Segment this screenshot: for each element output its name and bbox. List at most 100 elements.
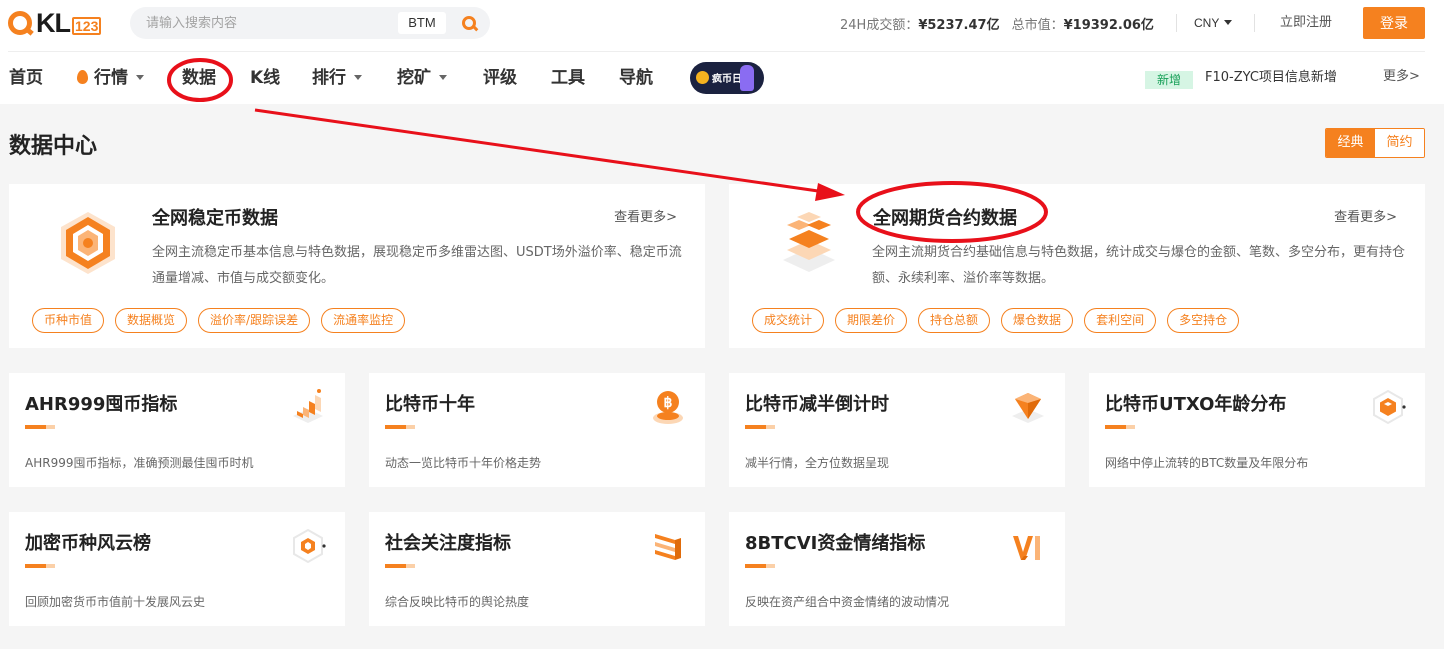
hexagon-ranking-icon — [293, 528, 326, 564]
card-title: 全网期货合约数据 — [873, 208, 1017, 229]
tag-pill[interactable]: 流通率监控 — [321, 308, 406, 333]
card-description: 综合反映比特币的舆论热度 — [385, 595, 530, 609]
vi-icon — [1013, 536, 1040, 560]
chevron-down-icon — [136, 75, 144, 80]
nav-market[interactable]: 行情 — [77, 52, 144, 104]
nav-kline[interactable]: K线 — [250, 52, 280, 104]
view-toggle: 经典 简约 — [1325, 128, 1425, 158]
card-title: 全网稳定币数据 — [152, 208, 278, 229]
stablecoin-card[interactable]: 全网稳定币数据 查看更多> 全网主流稳定币基本信息与特色数据，展现稳定币多维雷达… — [9, 184, 705, 348]
nav-navigation[interactable]: 导航 — [619, 52, 653, 104]
svg-text:฿: ฿ — [664, 394, 673, 410]
nav-label: 数据 — [182, 68, 216, 88]
tag-pill[interactable]: 套利空间 — [1084, 308, 1157, 333]
bitcoin-icon: ฿ — [653, 391, 683, 424]
new-badge: 新增 — [1145, 71, 1193, 89]
nav-data[interactable]: 数据 — [182, 52, 216, 104]
halving-countdown-card[interactable]: 比特币减半倒计时 减半行情，全方位数据呈现 — [729, 373, 1065, 487]
btcvi-sentiment-card[interactable]: 8BTCVI资金情绪指标 反映在资产组合中资金情绪的波动情况 — [729, 512, 1065, 626]
accent-bar — [385, 425, 415, 429]
tag-list: 币种市值 数据概览 溢价率/跟踪误差 流通率监控 — [32, 308, 416, 333]
site-logo[interactable]: KL 123 — [8, 7, 102, 38]
utxo-age-card[interactable]: 比特币UTXO年龄分布 网络中停止流转的BTC数量及年限分布 — [1089, 373, 1425, 487]
tag-list: 成交统计 期限差价 持仓总额 爆仓数据 套利空间 多空持仓 — [752, 308, 1250, 333]
nav-ranking[interactable]: 排行 — [312, 52, 362, 104]
card-title: 社会关注度指标 — [385, 533, 511, 554]
card-description: 全网主流期货合约基础信息与特色数据，统计成交与爆仓的金额、笔数、多空分布，更有持… — [872, 245, 1406, 286]
promo-banner[interactable]: 疯币日 — [690, 62, 764, 94]
bitcoin-decade-card[interactable]: 比特币十年 动态一览比特币十年价格走势 ฿ — [369, 373, 705, 487]
nav-label: K线 — [250, 68, 281, 88]
tag-pill[interactable]: 溢价率/跟踪误差 — [198, 308, 311, 333]
card-title: 比特币UTXO年龄分布 — [1105, 394, 1287, 415]
hexagon-icon — [61, 212, 115, 274]
card-title: AHR999囤币指标 — [25, 394, 178, 415]
main-nav: 首页 行情 数据 K线 排行 挖矿 评级 工具 导航 疯币日 新增 F10-ZY… — [0, 52, 1444, 104]
search-bar: BTM — [130, 7, 490, 39]
nav-mining[interactable]: 挖矿 — [397, 52, 447, 104]
accent-bar — [1105, 425, 1135, 429]
tag-pill[interactable]: 期限差价 — [835, 308, 908, 333]
nav-label: 工具 — [551, 68, 585, 88]
tag-pill[interactable]: 成交统计 — [752, 308, 825, 333]
bars-icon — [655, 534, 681, 560]
search-hot-tag[interactable]: BTM — [398, 12, 446, 34]
crypto-ranking-card[interactable]: 加密币种风云榜 回顾加密货币市值前十发展风云史 — [9, 512, 345, 626]
nav-label: 行情 — [94, 68, 128, 88]
card-title: 比特币减半倒计时 — [745, 394, 889, 415]
futures-card[interactable]: 全网期货合约数据 查看更多> 全网主流期货合约基础信息与特色数据，统计成交与爆仓… — [729, 184, 1425, 348]
card-description: 反映在资产组合中资金情绪的波动情况 — [745, 595, 950, 609]
ahr999-card[interactable]: AHR999囤币指标 AHR999囤币指标，准确预测最佳囤币时机 — [9, 373, 345, 487]
tag-pill[interactable]: 爆仓数据 — [1001, 308, 1074, 333]
card-description: 动态一览比特币十年价格走势 — [385, 456, 542, 470]
nav-home[interactable]: 首页 — [9, 52, 43, 104]
nav-label: 评级 — [483, 68, 517, 88]
nav-rating[interactable]: 评级 — [483, 52, 517, 104]
nav-tools[interactable]: 工具 — [551, 52, 585, 104]
social-attention-card[interactable]: 社会关注度指标 综合反映比特币的舆论热度 — [369, 512, 705, 626]
accent-bar — [25, 564, 55, 568]
chevron-down-icon — [439, 75, 447, 80]
chevron-down-icon — [354, 75, 362, 80]
view-more-link[interactable]: 查看更多> — [614, 206, 677, 225]
accent-bar — [745, 425, 775, 429]
tag-pill[interactable]: 数据概览 — [115, 308, 188, 333]
accent-bar — [385, 564, 415, 568]
news-ticker[interactable]: F10-ZYC项目信息新增 — [1205, 52, 1337, 104]
card-description: 全网主流稳定币基本信息与特色数据，展现稳定币多维雷达图、USDT场外溢价率、稳定… — [152, 245, 682, 286]
logo-text: KL — [36, 7, 71, 38]
nav-label: 挖矿 — [397, 68, 431, 88]
search-icon[interactable] — [462, 16, 476, 30]
view-more-link[interactable]: 查看更多> — [1334, 206, 1397, 225]
tag-pill[interactable]: 持仓总额 — [918, 308, 991, 333]
tag-pill[interactable]: 多空持仓 — [1167, 308, 1240, 333]
card-description: 网络中停止流转的BTC数量及年限分布 — [1105, 456, 1309, 470]
currency-select[interactable]: CNY — [1194, 0, 1233, 46]
stack-cubes-icon — [783, 212, 835, 272]
view-classic-button[interactable]: 经典 — [1326, 129, 1375, 157]
divider — [1176, 14, 1177, 32]
nav-label: 导航 — [619, 68, 653, 88]
arrow-line — [254, 108, 826, 194]
login-button[interactable]: 登录 — [1363, 7, 1425, 39]
top-bar: KL 123 BTM 24H成交额： ¥5237.47亿 总市值： ¥19392… — [0, 0, 1444, 104]
view-simple-button[interactable]: 简约 — [1375, 129, 1424, 157]
page-title: 数据中心 — [9, 134, 98, 159]
tag-pill[interactable]: 币种市值 — [32, 308, 105, 333]
flame-icon — [77, 70, 88, 84]
coin-icon — [696, 71, 709, 84]
nav-label: 排行 — [312, 68, 346, 88]
diamond-icon — [1012, 393, 1044, 423]
market-stats: 24H成交额： ¥5237.47亿 总市值： ¥19392.06亿 — [840, 0, 1166, 46]
accent-bar — [25, 425, 55, 429]
card-description: 减半行情，全方位数据呈现 — [745, 456, 890, 470]
register-link[interactable]: 立即注册 — [1280, 0, 1332, 46]
more-link[interactable]: 更多> — [1383, 52, 1420, 104]
currency-label: CNY — [1194, 16, 1220, 30]
chevron-down-icon — [1224, 20, 1233, 25]
card-description: 回顾加密货币市值前十发展风云史 — [25, 595, 206, 609]
card-title: 比特币十年 — [385, 394, 475, 415]
search-input[interactable] — [146, 7, 376, 39]
card-description: AHR999囤币指标，准确预测最佳囤币时机 — [25, 456, 254, 470]
marketcap-label: 总市值： — [1011, 17, 1064, 33]
